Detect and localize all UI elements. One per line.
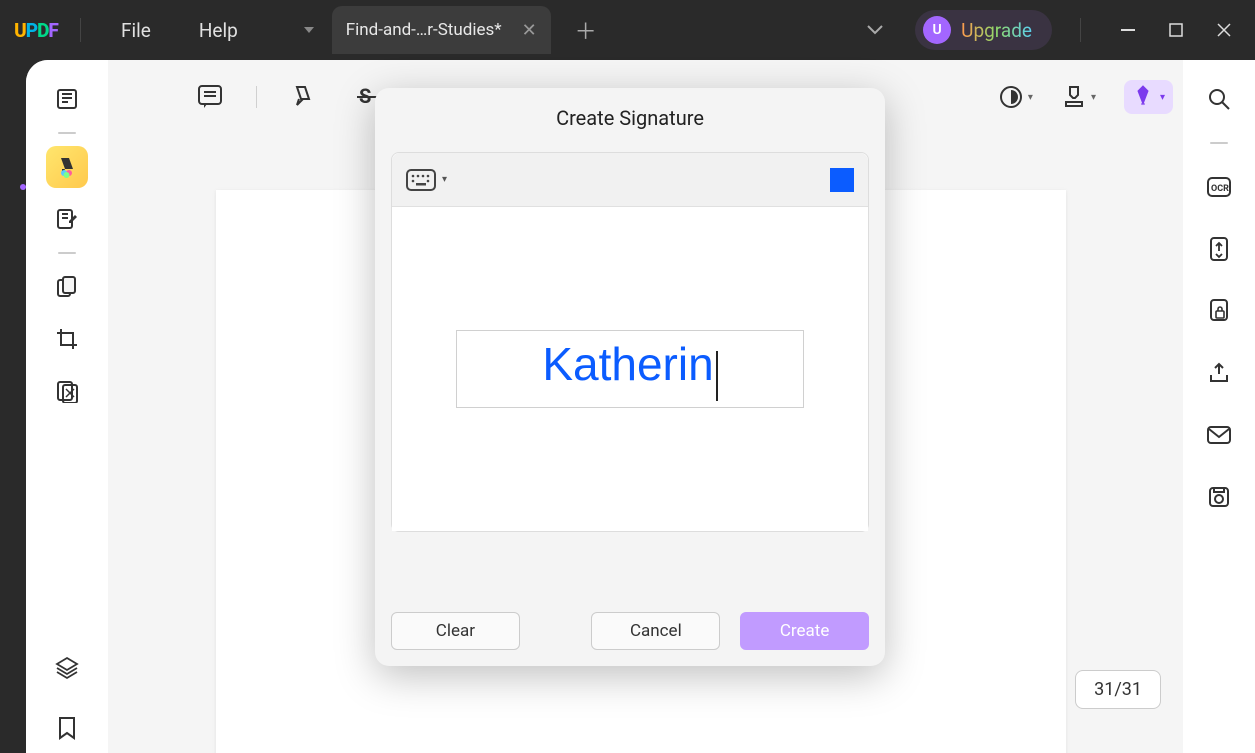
save-button[interactable]	[1200, 478, 1238, 516]
separator	[256, 86, 257, 108]
signature-input-mode[interactable]: ▾	[406, 169, 447, 191]
sidebar-redact[interactable]	[46, 370, 88, 412]
menu-help[interactable]: Help	[175, 19, 262, 42]
separator	[58, 132, 76, 134]
cancel-button[interactable]: Cancel	[591, 612, 720, 650]
protect-button[interactable]	[1200, 292, 1238, 330]
sidebar-crop[interactable]	[46, 318, 88, 360]
document-tab[interactable]: Find-and-…r-Studies* ✕	[332, 6, 551, 54]
tool-highlight[interactable]	[285, 79, 321, 115]
new-tab-button[interactable]: ＋	[567, 11, 605, 49]
upgrade-button[interactable]: U Upgrade	[915, 10, 1052, 50]
minimize-button[interactable]	[1105, 10, 1151, 50]
sidebar-comment[interactable]	[46, 146, 88, 188]
app-logo: UPDF	[8, 19, 64, 42]
chevron-down-icon: ▾	[1091, 92, 1096, 103]
separator	[1210, 142, 1228, 144]
divider	[80, 18, 81, 42]
chevron-down-icon: ▾	[442, 174, 447, 185]
menu-file[interactable]: File	[97, 19, 175, 42]
ocr-button[interactable]: OCR	[1200, 168, 1238, 206]
separator	[58, 252, 76, 254]
create-button[interactable]: Create	[740, 612, 869, 650]
sidebar-reader[interactable]	[46, 78, 88, 120]
sidebar-bookmark[interactable]	[46, 707, 88, 749]
chevron-down-icon: ▾	[1160, 92, 1165, 103]
tab-list-dropdown[interactable]	[292, 13, 326, 47]
sidebar-organize[interactable]	[46, 266, 88, 308]
email-button[interactable]	[1200, 416, 1238, 454]
text-cursor	[716, 351, 718, 401]
tool-signature[interactable]: ▾	[1124, 80, 1173, 114]
tool-shape-dropdown[interactable]: ▾	[998, 84, 1033, 110]
signature-canvas[interactable]: Katherin	[392, 207, 868, 531]
page-indicator[interactable]: 31/31	[1075, 670, 1161, 709]
close-icon[interactable]: ✕	[522, 20, 537, 41]
tool-note[interactable]	[192, 79, 228, 115]
tab-title: Find-and-…r-Studies*	[346, 20, 502, 40]
user-avatar: U	[923, 16, 951, 44]
close-window-button[interactable]	[1201, 10, 1247, 50]
dialog-title: Create Signature	[391, 106, 869, 130]
create-signature-dialog: Create Signature ▾ Katherin Clear Cancel…	[375, 88, 885, 666]
signature-text: Katherin	[542, 338, 713, 390]
convert-button[interactable]	[1200, 230, 1238, 268]
upgrade-label: Upgrade	[961, 19, 1032, 42]
signature-color-picker[interactable]	[830, 168, 854, 192]
clear-button[interactable]: Clear	[391, 612, 520, 650]
chevron-down-icon: ▾	[1028, 92, 1033, 103]
sidebar-edit[interactable]	[46, 198, 88, 240]
sidebar-layers[interactable]	[46, 647, 88, 689]
chevron-down-icon[interactable]	[855, 10, 895, 50]
search-button[interactable]	[1200, 80, 1238, 118]
tool-stamp-dropdown[interactable]: ▾	[1061, 84, 1096, 110]
signature-text-input[interactable]: Katherin	[456, 330, 804, 408]
divider	[1080, 18, 1081, 42]
share-button[interactable]	[1200, 354, 1238, 392]
svg-text:OCR: OCR	[1211, 184, 1229, 194]
maximize-button[interactable]	[1153, 10, 1199, 50]
